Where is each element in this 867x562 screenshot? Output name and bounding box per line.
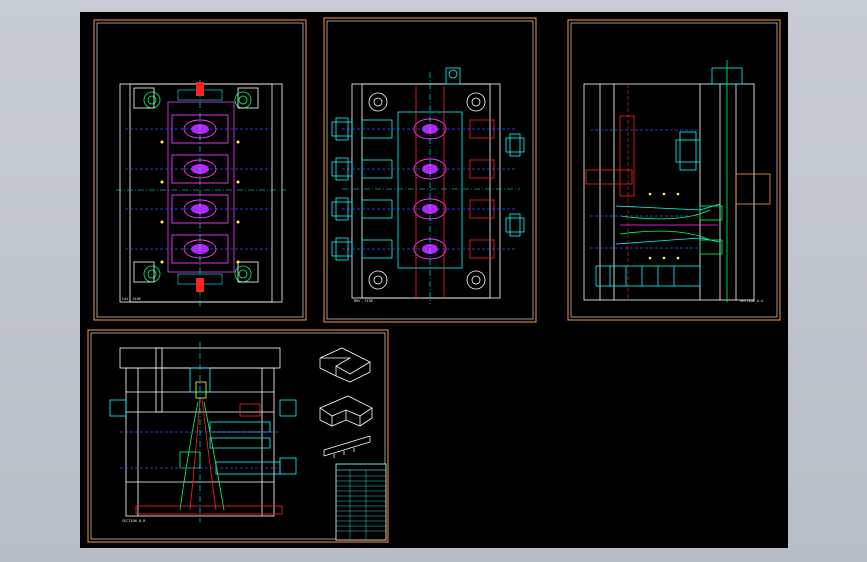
sheet-2: MOV. SIDE [323, 17, 537, 323]
sheet-1: CAV. SIDE [93, 19, 307, 321]
side-section-view [583, 60, 771, 302]
sheet-4-view-label: SECTION B-B [122, 519, 145, 523]
cad-drawing: CAV. SIDE MOV. SIDE SECTION A-A SECTION … [87, 17, 781, 543]
part-isometric-view-1 [319, 347, 371, 383]
sheet-1-view-label: CAV. SIDE [122, 297, 141, 301]
title-block [335, 463, 387, 541]
core-side-view [351, 83, 501, 299]
sheet-3: SECTION A-A [567, 19, 781, 321]
part-profile-view [323, 435, 371, 458]
sheet-4: SECTION B-B [87, 329, 389, 543]
cad-drawing-canvas[interactable]: CAV. SIDE MOV. SIDE SECTION A-A SECTION … [80, 12, 788, 548]
sheet-3-view-label: SECTION A-A [740, 299, 764, 303]
sheet-2-view-label: MOV. SIDE [354, 299, 373, 303]
part-isometric-view-2 [319, 395, 373, 427]
top-plan-view [119, 83, 283, 303]
